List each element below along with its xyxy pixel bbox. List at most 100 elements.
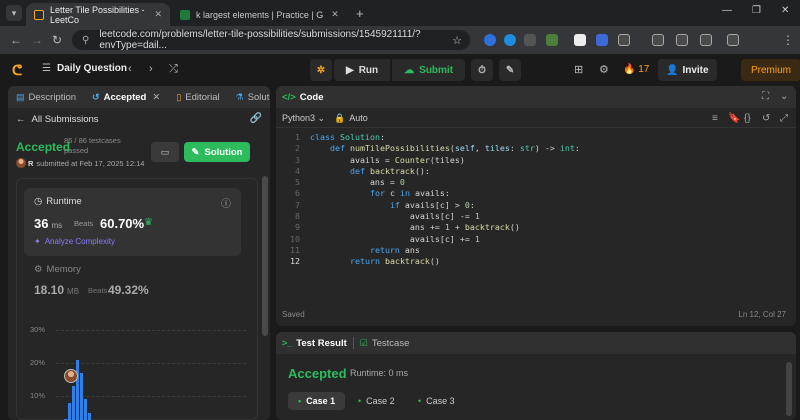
reset-icon[interactable]: ↺ [762, 113, 770, 124]
timer-icon[interactable]: ⏱ [471, 59, 494, 81]
submitter-avatar[interactable] [16, 158, 26, 168]
browser-tab[interactable]: k largest elements | Practice | G ✕ [172, 3, 352, 26]
restore-icon[interactable]: ❐ [752, 5, 761, 16]
lock-icon: 🔒 [334, 113, 346, 123]
y-tick-label: 10% [30, 391, 46, 400]
tab-search-icon[interactable]: ▾ [6, 5, 22, 21]
case-tab[interactable]: • Case 1 [288, 392, 346, 410]
extension-icon[interactable] [484, 34, 496, 46]
notebook-button[interactable]: ▭ [151, 142, 179, 162]
minimize-icon[interactable]: — [722, 5, 732, 16]
screenshot-icon[interactable] [652, 34, 664, 46]
new-tab-button[interactable]: + [356, 6, 364, 21]
extension-icon[interactable] [524, 34, 536, 46]
close-tab-icon[interactable]: ✕ [152, 92, 160, 103]
analyze-complexity-link[interactable]: ✦ Analyze Complexity [34, 237, 115, 246]
format-icon[interactable]: ≡ [712, 113, 718, 124]
info-icon[interactable]: ⓘ [221, 195, 231, 210]
extension-icon[interactable] [596, 34, 608, 46]
run-submit-bar: ✲ ▶ Run ☁ Submit ⏱ ✎ [310, 59, 522, 81]
browser-tab-active[interactable]: Letter Tile Possibilities - LeetCo ✕ [26, 3, 170, 26]
sidepanel-icon[interactable] [727, 34, 739, 46]
fullscreen-icon[interactable]: ⤢ [780, 113, 788, 124]
invite-button[interactable]: 👤 Invite [658, 59, 717, 81]
language-select[interactable]: Python3 ⌄ [282, 113, 325, 124]
reload-icon[interactable]: ↻ [52, 33, 62, 47]
leetcode-header: ᕦ ☰ Daily Question ‹ › ⤮ ✲ ▶ Run ☁ Submit ⏱… [0, 54, 800, 132]
collapse-icon[interactable]: ⌄ [780, 91, 788, 102]
layout-grid-icon[interactable]: ⊞ [574, 63, 583, 76]
braces-icon[interactable]: {} [744, 113, 751, 124]
case-tab[interactable]: • Case 2 [348, 392, 405, 410]
back-icon[interactable]: ← [10, 33, 22, 47]
streak-counter[interactable]: 🔥 17 [623, 64, 649, 75]
submission-meta: R submitted at Feb 17, 2025 12:14 [16, 158, 144, 168]
scrollbar[interactable] [262, 176, 268, 336]
forward-icon[interactable]: → [31, 33, 43, 47]
crown-icon: ♛ [144, 217, 153, 228]
bookmark-icon[interactable]: 🔖 [728, 113, 740, 124]
daily-question-link[interactable]: ☰ Daily Question [42, 63, 127, 74]
distribution-chart[interactable] [56, 330, 246, 420]
all-submissions-link[interactable]: ← All Submissions [16, 114, 99, 125]
prev-problem-icon[interactable]: ‹ [128, 63, 132, 75]
extension-icon[interactable] [574, 34, 586, 46]
submit-button[interactable]: ☁ Submit [392, 59, 466, 81]
tab-accepted[interactable]: ↺ Accepted ✕ [84, 86, 168, 108]
cloud-upload-icon: ☁ [404, 64, 415, 76]
tab-test-result[interactable]: >_ Test Result [276, 332, 353, 354]
scrollbar[interactable] [786, 362, 792, 416]
extension-icon[interactable] [546, 34, 558, 46]
chart-bar[interactable] [88, 412, 91, 420]
chart-bar[interactable] [72, 386, 75, 420]
downloads-icon[interactable] [700, 34, 712, 46]
post-solution-button[interactable]: ✎ Solution [184, 142, 250, 162]
site-info-icon[interactable]: ⚲ [82, 35, 89, 46]
left-panel-tabs: ▤ Description ↺ Accepted ✕ ▯ Editorial ⚗ Solu… [8, 86, 270, 108]
your-position-avatar[interactable] [64, 369, 78, 383]
tab-solutions[interactable]: ⚗Solutions [228, 86, 270, 108]
terminal-icon: >_ [282, 338, 293, 348]
extension-icon[interactable] [504, 34, 516, 46]
leetcode-favicon-icon [34, 9, 44, 20]
memory-label[interactable]: ⚙ Memory [34, 264, 81, 275]
share-link-icon[interactable]: 🔗 [250, 113, 262, 124]
code-editor[interactable]: 1 class Solution: 2 def numTilePossibilit… [276, 132, 796, 268]
tab-editorial[interactable]: ▯ Editorial [168, 86, 227, 108]
chip-icon: ⚙ [34, 264, 43, 275]
tab-description[interactable]: ▤ Description [8, 86, 84, 108]
auto-mode-toggle[interactable]: 🔒 Auto [334, 113, 368, 124]
runtime-card[interactable]: ◷ Runtime ⓘ 36 ms Beats 60.70% ♛ ✦ Analyze … [24, 188, 241, 256]
leetcode-logo-icon[interactable]: ᕦ [12, 62, 26, 78]
maximize-icon[interactable]: ⛶ [762, 91, 769, 102]
chart-bar[interactable] [84, 399, 87, 420]
chrome-menu-icon[interactable]: ⋮ [782, 33, 794, 47]
address-bar[interactable]: ⚲ leetcode.com/problems/letter-tile-poss… [72, 29, 470, 51]
next-problem-icon[interactable]: › [149, 63, 153, 75]
close-tab-icon[interactable]: ✕ [331, 9, 339, 20]
pass-dot-icon: • [298, 396, 302, 406]
chart-bar[interactable] [80, 372, 83, 420]
notes-icon[interactable]: ✎ [499, 59, 522, 81]
case-tab[interactable]: • Case 3 [408, 392, 465, 410]
reading-list-icon[interactable] [676, 34, 688, 46]
tab-testcase[interactable]: ☑ Testcase [354, 332, 416, 354]
book-icon: ▯ [176, 91, 182, 102]
pass-dot-icon: • [358, 396, 362, 406]
close-window-icon[interactable]: ✕ [781, 5, 789, 16]
chart-bar[interactable] [68, 402, 71, 420]
close-tab-icon[interactable]: ✕ [154, 9, 162, 20]
submitter-name[interactable]: R [28, 159, 33, 168]
chevron-down-icon: ⌄ [317, 113, 326, 123]
run-button[interactable]: ▶ Run [334, 59, 391, 81]
bookmark-star-icon[interactable]: ☆ [452, 34, 462, 47]
tab-title: Letter Tile Possibilities - LeetCo [50, 4, 145, 25]
arrow-left-icon: ← [16, 114, 26, 125]
chart-bar[interactable] [76, 359, 79, 420]
shuffle-icon[interactable]: ⤮ [169, 63, 178, 76]
debug-icon[interactable]: ✲ [310, 59, 332, 81]
extensions-puzzle-icon[interactable] [618, 34, 630, 46]
premium-button[interactable]: Premium [741, 59, 800, 81]
settings-gear-icon[interactable]: ⚙ [599, 63, 609, 76]
book-open-icon: ▭ [160, 146, 170, 157]
